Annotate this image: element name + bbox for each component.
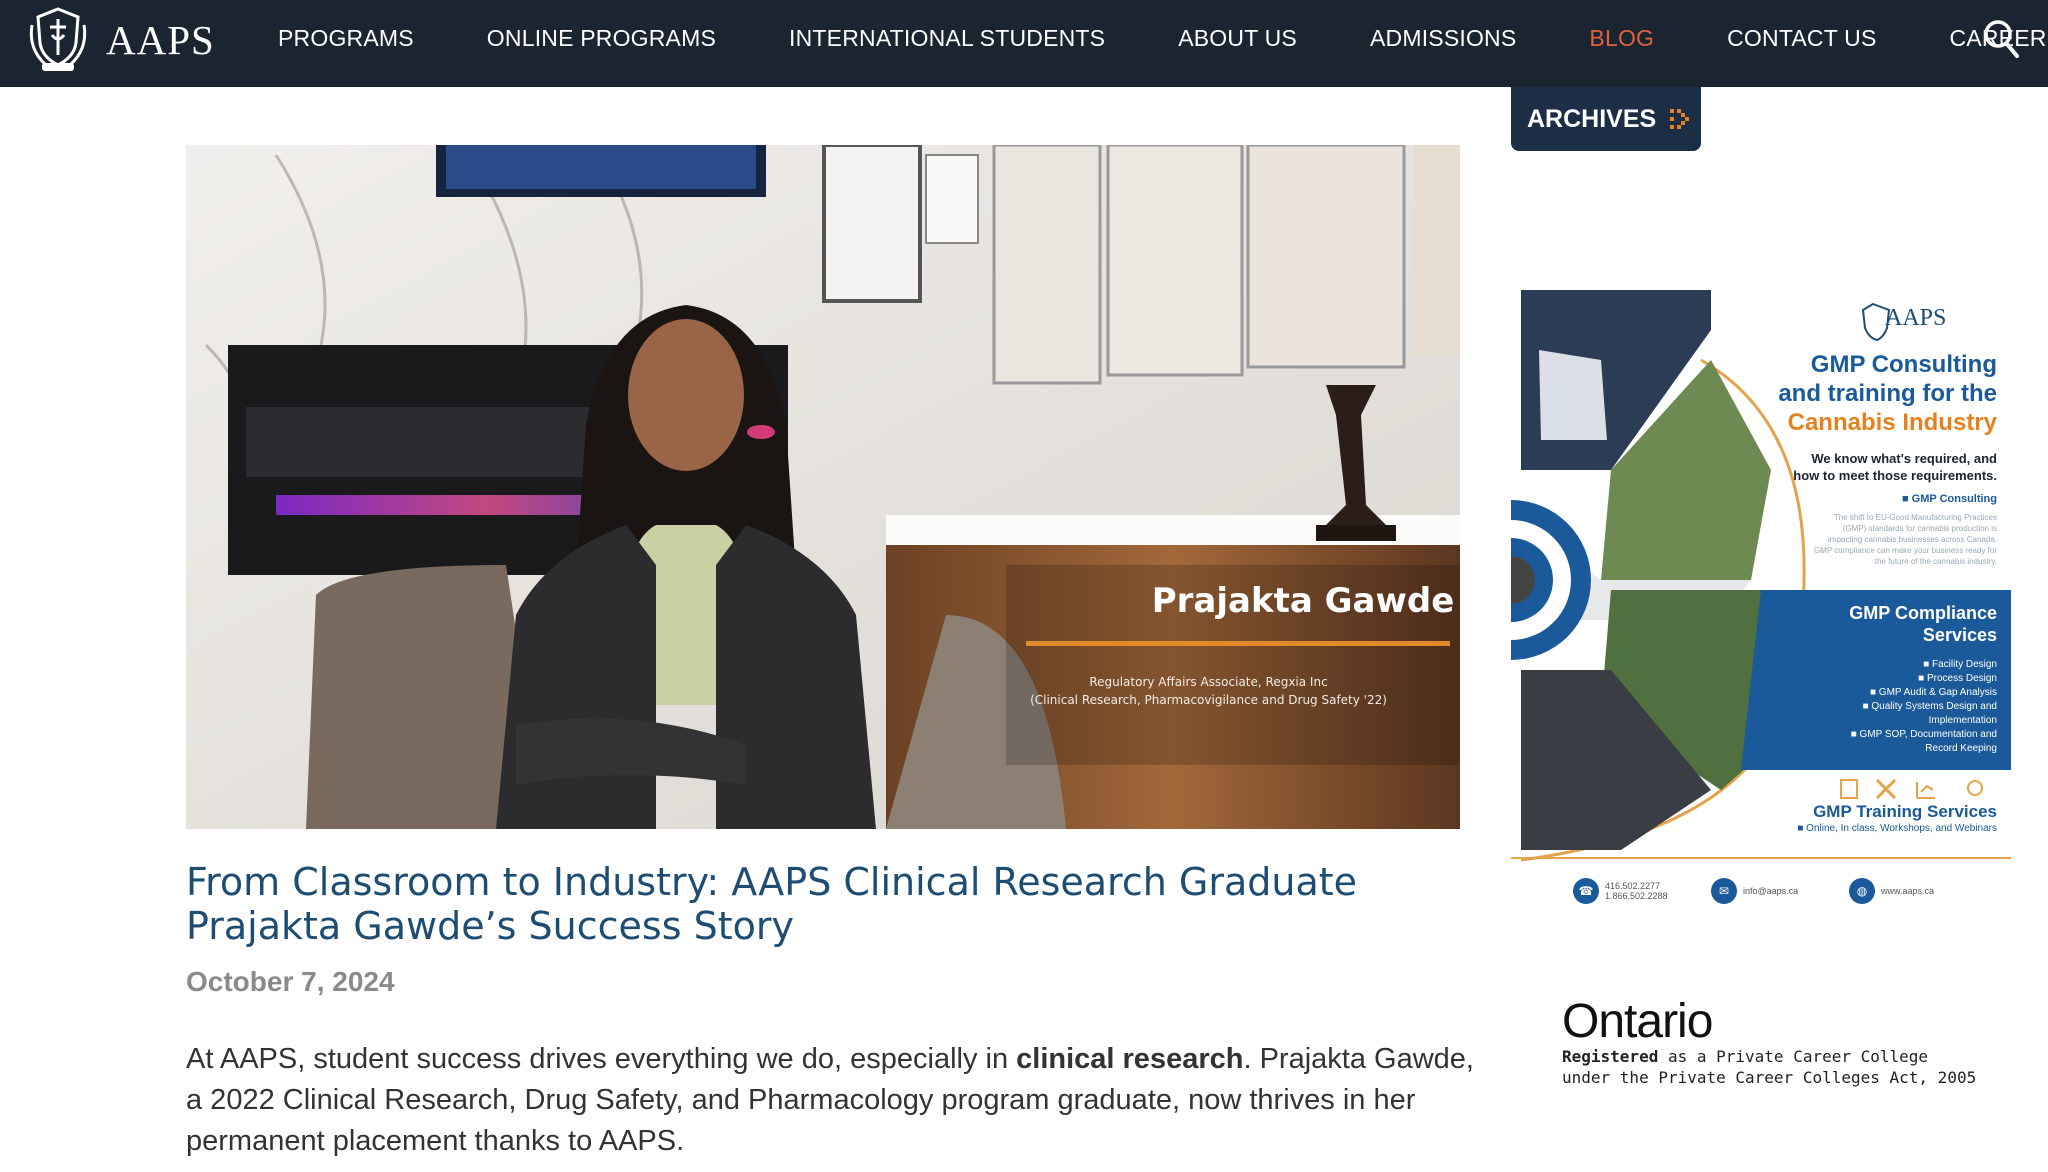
ad-compliance-item: ■ GMP SOP, Documentation and [1850,729,1997,740]
double-chevron-right-icon [1670,109,1690,129]
nav-item-programs[interactable]: PROGRAMS [278,25,414,52]
ontario-line-1: Registered as a Private Career College [1562,1046,1982,1067]
nav-item-blog[interactable]: BLOG [1589,25,1654,52]
ad-head-line1: GMP Consulting [1810,351,1997,378]
nav-item-international-students[interactable]: INTERNATIONAL STUDENTS [789,25,1105,52]
hero-role-line1: Regulatory Affairs Associate, Regxia Inc [1089,675,1328,689]
ad-phone-1: 416.502.2277 [1605,881,1661,891]
ad-compliance-item: ■ Process Design [1918,673,1997,684]
ad-email-text: info@aaps.ca [1743,886,1799,896]
aaps-logo[interactable]: AAPS [26,4,215,76]
ad-sub-line2: how to meet those requirements. [1793,468,1997,483]
ad-compliance-title: GMP Compliance Services [1811,602,1997,646]
ad-compliance-item: ■ Facility Design [1923,659,1997,670]
ad-compliance-item: Implementation [1928,715,1997,726]
ad-training-title: GMP Training Services [1813,802,1997,821]
crest-icon [29,7,87,71]
ad-compliance-list: ■ Facility Design ■ Process Design ■ GMP… [1761,658,1997,756]
ad-phone-numbers: 416.502.2277 1.866.502.2288 [1605,881,1668,901]
search-icon[interactable] [1982,18,2020,60]
ad-sub-line1: We know what's required, and [1811,451,1997,466]
ontario-logo: Ontario [1562,995,1713,1048]
ad-head-line3: Cannabis Industry [1787,409,1997,436]
ad-compliance-item: ■ Quality Systems Design and [1862,701,1997,712]
hero-name-caption: Prajakta Gawde [1151,581,1455,621]
ad-phone-2: 1.866.502.2288 [1605,891,1668,901]
phone-icon: ☎ [1573,878,1599,904]
ad-website: ◍ www.aaps.ca [1849,878,1934,904]
top-navigation-bar: AAPS PROGRAMS ONLINE PROGRAMS INTERNATIO… [0,0,2048,87]
article-date: October 7, 2024 [186,966,395,997]
hero-role-caption: Regulatory Affairs Associate, Regxia Inc… [966,673,1451,709]
ad-compliance-item: ■ GMP Audit & Gap Analysis [1869,687,1997,698]
article-title[interactable]: From Classroom to Industry: AAPS Clinica… [186,860,1476,948]
gmp-consulting-ad[interactable]: AAPS GMP Consulting and training for the… [1511,290,2011,920]
ad-email: ✉ info@aaps.ca [1711,878,1798,904]
hero-divider [1026,641,1450,646]
excerpt-text-1: At AAPS, student success drives everythi… [186,1043,1017,1075]
nav-item-admissions[interactable]: ADMISSIONS [1370,25,1516,52]
ad-phone: ☎ 416.502.2277 1.866.502.2288 [1573,878,1668,904]
nav-item-contact-us[interactable]: CONTACT US [1727,25,1876,52]
ad-head-line2: and training for the [1778,380,1997,407]
ad-compliance-item: Record Keeping [1925,743,1997,754]
globe-icon: ◍ [1849,878,1875,904]
excerpt-bold-link[interactable]: clinical research [1016,1043,1243,1075]
ontario-line1-rest: as a Private Career College [1658,1047,1929,1066]
archives-label: ARCHIVES [1527,104,1657,133]
nav-item-about-us[interactable]: ABOUT US [1178,25,1297,52]
ad-brand: AAPS [1885,305,1947,331]
archives-button[interactable]: ARCHIVES [1511,87,1701,151]
ontario-registration: Ontario Registered as a Private Career C… [1562,998,1982,1088]
featured-image[interactable]: Prajakta Gawde Regulatory Affairs Associ… [186,145,1460,829]
article-excerpt: At AAPS, student success drives everythi… [186,1039,1476,1162]
ad-consulting-text: The shift to EU-Good Manufacturing Pract… [1813,513,1997,566]
ad-consulting-title: ■ GMP Consulting [1901,493,1997,505]
student-photo [186,145,1460,829]
mail-icon: ✉ [1711,878,1737,904]
ontario-registered: Registered [1562,1047,1659,1066]
logo-text: AAPS [106,17,215,63]
hero-role-line2: (Clinical Research, Pharmacovigilance an… [1030,693,1387,707]
nav-item-online-programs[interactable]: ONLINE PROGRAMS [487,25,716,52]
ad-web-text: www.aaps.ca [1881,886,1935,896]
ad-headline: GMP Consulting and training for the Cann… [1741,350,1997,437]
ad-training-sub: ■ Online, In class, Workshops, and Webin… [1797,823,1997,834]
ad-subheadline: We know what's required, and how to meet… [1701,450,1997,484]
ad-compliance-line2: Services [1922,625,1997,645]
ontario-line-2: under the Private Career Colleges Act, 2… [1562,1068,1977,1087]
nav-menu: PROGRAMS ONLINE PROGRAMS INTERNATIONAL S… [278,0,2048,76]
ad-compliance-line1: GMP Compliance [1849,603,1997,623]
